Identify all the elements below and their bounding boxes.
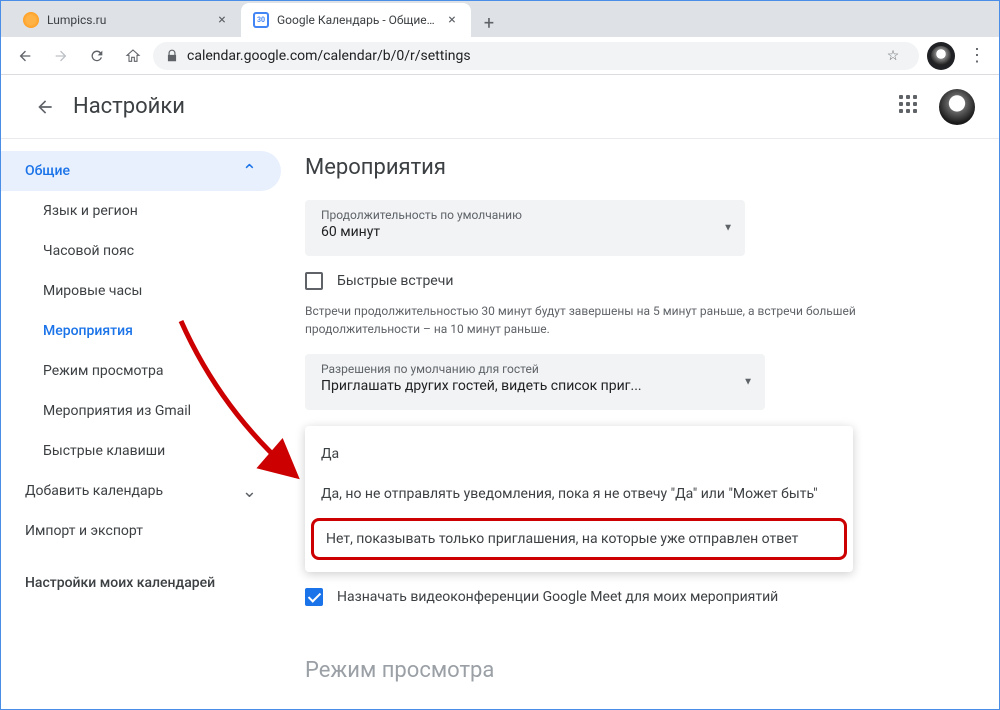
checkbox-label: Назначать видеоконференции Google Meet д… (337, 589, 778, 605)
guest-permissions-dropdown[interactable]: Разрешения по умолчанию для гостей Пригл… (305, 354, 765, 410)
url-text: calendar.google.com/calendar/b/0/r/setti… (187, 48, 871, 64)
settings-sidebar: Общие ⌃ Язык и регион Часовой пояс Миров… (1, 139, 281, 697)
bookmark-star-icon[interactable]: ☆ (879, 48, 907, 64)
new-tab-button[interactable]: + (475, 9, 503, 37)
address-bar-row: calendar.google.com/calendar/b/0/r/setti… (1, 37, 999, 75)
sidebar-section-general[interactable]: Общие ⌃ (1, 151, 281, 191)
lock-icon (165, 49, 179, 63)
sidebar-item-language[interactable]: Язык и регион (1, 191, 281, 231)
address-bar[interactable]: calendar.google.com/calendar/b/0/r/setti… (153, 42, 919, 70)
google-meet-row: Назначать видеоконференции Google Meet д… (305, 588, 959, 606)
tab-title: Google Календарь - Общие нас (277, 13, 437, 27)
page-title: Настройки (73, 94, 185, 119)
browser-tab-gcal[interactable]: Google Календарь - Общие нас × (241, 3, 471, 37)
sidebar-item-timezone[interactable]: Часовой пояс (1, 231, 281, 271)
sidebar-item-import-export[interactable]: Импорт и экспорт (1, 511, 281, 551)
sidebar-item-viewmode[interactable]: Режим просмотра (1, 351, 281, 391)
nav-forward-button[interactable] (45, 40, 77, 72)
browser-tab-lumpics[interactable]: Lumpics.ru × (11, 3, 241, 37)
invite-option-yes-no-notify[interactable]: Да, но не отправлять уведомления, пока я… (305, 474, 853, 514)
speedy-meetings-row: Быстрые встречи (305, 272, 959, 290)
tab-close-icon[interactable]: × (445, 13, 459, 27)
dropdown-arrow-icon: ▼ (743, 377, 753, 388)
favicon-lumpics (23, 12, 39, 28)
account-avatar[interactable] (939, 89, 975, 125)
dropdown-label: Разрешения по умолчанию для гостей (321, 362, 725, 376)
tab-close-icon[interactable]: × (215, 13, 229, 27)
chevron-down-icon: ⌄ (242, 481, 257, 502)
main-panel: Мероприятия Продолжительность по умолчан… (281, 139, 999, 697)
sidebar-section-my-calendars: Настройки моих календарей (1, 551, 281, 599)
tab-title: Lumpics.ru (47, 13, 207, 27)
nav-back-button[interactable] (9, 40, 41, 72)
nav-home-button[interactable] (117, 40, 149, 72)
invite-option-yes[interactable]: Да (305, 434, 853, 474)
default-duration-dropdown[interactable]: Продолжительность по умолчанию 60 минут … (305, 200, 745, 256)
sidebar-item-gmail-events[interactable]: Мероприятия из Gmail (1, 391, 281, 431)
avatar-icon (931, 46, 951, 66)
sidebar-item-worldclock[interactable]: Мировые часы (1, 271, 281, 311)
sidebar-item-shortcuts[interactable]: Быстрые клавиши (1, 431, 281, 471)
sidebar-item-events[interactable]: Мероприятия (1, 311, 281, 351)
browser-tabs: Lumpics.ru × Google Календарь - Общие на… (1, 1, 999, 37)
dropdown-label: Продолжительность по умолчанию (321, 208, 705, 222)
dropdown-arrow-icon: ▼ (723, 223, 733, 234)
dropdown-value: 60 минут (321, 224, 705, 240)
google-apps-button[interactable] (899, 95, 923, 119)
sidebar-label: Общие (25, 163, 70, 179)
invitations-dropdown-menu: Да Да, но не отправлять уведомления, пок… (305, 426, 853, 572)
browser-profile-button[interactable] (927, 42, 955, 70)
section-title-viewmode: Режим просмотра (305, 658, 959, 683)
settings-back-button[interactable] (25, 87, 65, 127)
checkbox-label: Быстрые встречи (337, 273, 453, 289)
chevron-up-icon: ⌃ (242, 161, 257, 182)
speedy-meetings-hint: Встречи продолжительностью 30 минут буду… (305, 302, 865, 338)
sidebar-item-add-calendar[interactable]: Добавить календарь ⌄ (1, 471, 281, 511)
speedy-meetings-checkbox[interactable] (305, 272, 323, 290)
browser-menu-button[interactable]: ⋮ (963, 45, 991, 66)
section-title-events: Мероприятия (305, 155, 959, 180)
google-meet-checkbox[interactable] (305, 588, 323, 606)
content-area: Общие ⌃ Язык и регион Часовой пояс Миров… (1, 139, 999, 697)
nav-reload-button[interactable] (81, 40, 113, 72)
favicon-gcal (253, 12, 269, 28)
window-frame: Lumpics.ru × Google Календарь - Общие на… (0, 0, 1000, 710)
app-header: Настройки (1, 75, 999, 139)
dropdown-value: Приглашать других гостей, видеть список … (321, 378, 725, 394)
invite-option-no[interactable]: Нет, показывать только приглашения, на к… (311, 518, 847, 560)
